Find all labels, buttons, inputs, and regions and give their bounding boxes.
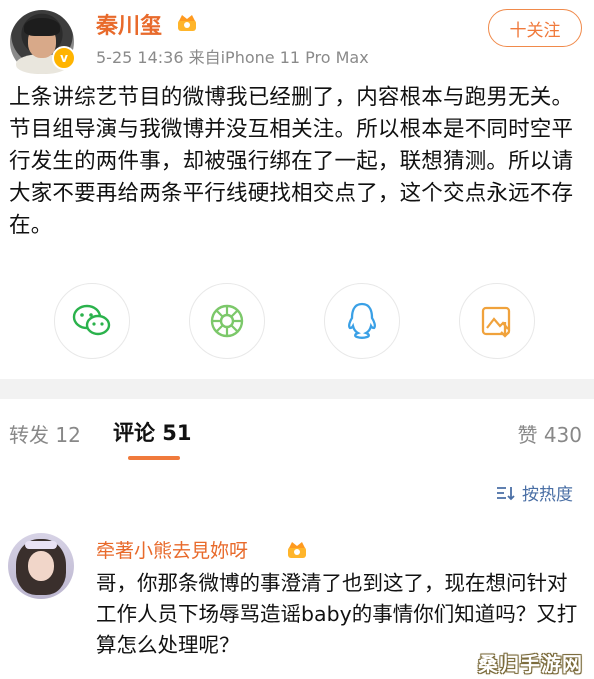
save-image-button[interactable]	[459, 283, 535, 359]
qq-icon	[348, 302, 376, 339]
tab-like[interactable]: 赞 430	[517, 419, 582, 448]
commenter-avatar-tiara	[25, 541, 57, 549]
share-wechat-button[interactable]	[54, 283, 130, 359]
tab-comment[interactable]: 评论 51	[113, 417, 192, 447]
section-divider	[0, 379, 594, 399]
active-tab-indicator	[128, 456, 180, 460]
sort-by-hot-button[interactable]: 按热度	[496, 480, 573, 505]
crown-badge-icon	[288, 542, 306, 558]
crown-badge-icon	[178, 15, 196, 31]
post-meta: 5-25 14:36 来自iPhone 11 Pro Max	[96, 48, 369, 67]
tab-repost[interactable]: 转发 12	[9, 419, 81, 448]
follow-button[interactable]: 十关注	[488, 9, 582, 47]
share-qq-button[interactable]	[324, 283, 400, 359]
share-row	[54, 283, 535, 359]
save-image-icon	[481, 306, 511, 338]
sort-label: 按热度	[522, 485, 573, 505]
sort-icon	[497, 486, 515, 500]
post-text: 上条讲综艺节目的微博我已经删了，内容根本与跑男无关。节目组导演与我微博并没互相关…	[9, 85, 574, 238]
commenter-name[interactable]: 牵著小熊去見妳呀	[96, 536, 248, 563]
share-moments-button[interactable]	[189, 283, 265, 359]
site-watermark: 桑归手游网	[478, 652, 583, 676]
author-name[interactable]: 秦川玺	[96, 8, 162, 40]
commenter-avatar-face	[28, 551, 54, 581]
verified-badge-icon: v	[52, 46, 76, 70]
avatar-hair	[24, 18, 60, 36]
wechat-icon	[72, 304, 111, 336]
commenter-avatar[interactable]	[8, 533, 74, 599]
moments-icon	[210, 304, 244, 338]
interaction-tabs: 转发 12 评论 51 赞 430	[0, 399, 594, 471]
